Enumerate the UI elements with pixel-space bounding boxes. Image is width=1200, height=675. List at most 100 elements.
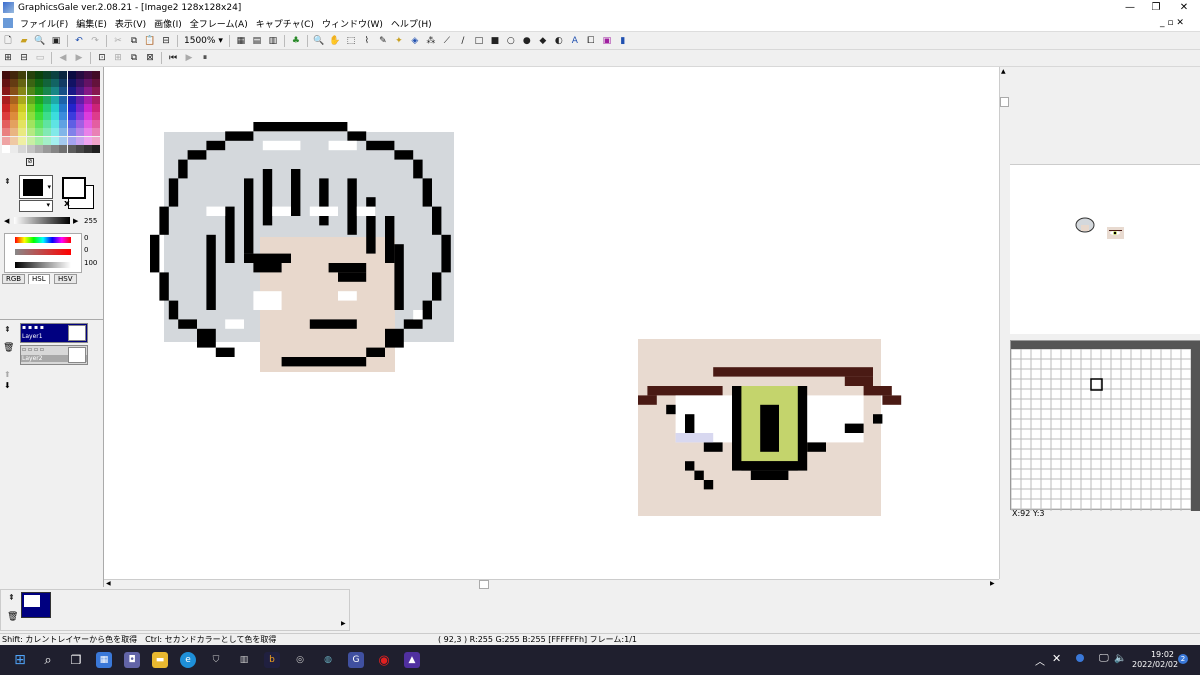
palette-swatch[interactable] [26, 120, 35, 129]
graphicsgale-icon[interactable]: G [348, 652, 364, 668]
widgets-icon[interactable]: ▦ [96, 652, 112, 668]
saturation-slider[interactable] [15, 249, 71, 255]
marker-icon[interactable]: ▮ [616, 35, 630, 48]
palette-swatch[interactable] [84, 120, 92, 129]
stamp-icon[interactable]: ⊟ [159, 35, 173, 48]
layer-pin-icon[interactable]: ⇞ [4, 325, 11, 334]
palette-swatch[interactable] [59, 87, 68, 96]
palette-swatch[interactable] [34, 71, 43, 79]
tray-app-icon[interactable] [1076, 654, 1084, 662]
doc-icon[interactable] [3, 18, 13, 28]
palette-swatch[interactable] [10, 71, 19, 79]
palette-swatch[interactable] [2, 71, 10, 79]
vscroll-thumb[interactable] [1000, 97, 1009, 107]
palette-swatch[interactable] [84, 71, 92, 79]
palette-swatch[interactable] [75, 103, 84, 112]
obs-icon[interactable]: ◎ [292, 652, 308, 668]
redo-icon[interactable]: ↷ [88, 35, 102, 48]
eyedrop-icon[interactable]: ✎ [376, 35, 390, 48]
save-icon[interactable]: ▣ [49, 35, 63, 48]
palette-swatch[interactable] [67, 87, 76, 96]
layer-up-icon[interactable]: ⬆ [4, 370, 11, 379]
undo-icon[interactable]: ↶ [72, 35, 86, 48]
magic-wand-icon[interactable]: ✦ [392, 35, 406, 48]
palette-swatch[interactable] [2, 128, 10, 137]
zoom-tool-icon[interactable]: 🔍 [312, 35, 326, 48]
prev-frame-icon[interactable]: ◀ [56, 52, 70, 65]
task-view-icon[interactable]: ❐ [68, 652, 84, 668]
palette-swatch[interactable] [92, 136, 101, 145]
palette-swatch[interactable] [43, 87, 51, 96]
palette-swatch[interactable] [2, 120, 10, 129]
palette-swatch[interactable] [67, 112, 76, 120]
edge-icon[interactable]: e [180, 652, 196, 668]
palette-swatch[interactable] [18, 79, 27, 88]
fg-bg-color-box[interactable]: x [60, 175, 98, 211]
palette-swatch[interactable] [43, 112, 51, 120]
paste-icon[interactable]: 📋 [143, 35, 157, 48]
frame-pin-icon[interactable]: ⇞ [8, 593, 15, 602]
open-folder-icon[interactable]: ▰ [17, 35, 31, 48]
palette-swatch[interactable] [26, 144, 35, 153]
palette-swatch[interactable] [51, 79, 60, 88]
palette-swatch[interactable] [51, 71, 60, 79]
palette-swatch[interactable] [84, 128, 92, 137]
color-mode-select[interactable]: ▾ [19, 200, 53, 212]
cut-icon[interactable]: ✂ [111, 35, 125, 48]
palette-swatch[interactable] [92, 112, 101, 120]
palette-swatch[interactable] [18, 144, 27, 153]
vertical-scrollbar[interactable]: ▲ [999, 67, 1010, 579]
palette-swatch[interactable] [34, 103, 43, 112]
palette-swatch[interactable] [43, 128, 51, 137]
palette-swatch[interactable] [67, 95, 76, 104]
palette-swatch[interactable] [75, 95, 84, 104]
palette-swatch[interactable] [43, 95, 51, 104]
palette-swatch[interactable] [43, 136, 51, 145]
rect-icon[interactable]: □ [472, 35, 486, 48]
palette-swatch[interactable] [92, 120, 101, 129]
palette-swatch[interactable] [26, 95, 35, 104]
globe-icon[interactable]: ◍ [320, 652, 336, 668]
palette-swatch[interactable] [51, 136, 60, 145]
palette-swatch[interactable] [18, 112, 27, 120]
palette-swatch[interactable] [92, 87, 101, 96]
volume-icon[interactable]: 🔈 [1114, 653, 1126, 664]
palette-swatch[interactable] [26, 103, 35, 112]
palette-swatch[interactable] [92, 128, 101, 137]
palette-swatch[interactable] [51, 120, 60, 129]
palette-swatch[interactable] [92, 71, 101, 79]
hand-tool-icon[interactable]: ✋ [328, 35, 342, 48]
alpha-left-arrow[interactable]: ◀ [4, 217, 9, 225]
frame-prop-icon[interactable]: ⊡ [95, 52, 109, 65]
palette-swatch[interactable] [67, 144, 76, 153]
palette-swatch[interactable] [51, 128, 60, 137]
minimize-button[interactable]: — [1116, 0, 1144, 15]
palette-swatch[interactable] [75, 71, 84, 79]
teams-icon[interactable]: ◘ [124, 652, 140, 668]
frame-add-icon[interactable]: ⊞ [111, 52, 125, 65]
palette-swatch[interactable] [59, 79, 68, 88]
palette-swatch[interactable] [92, 103, 101, 112]
palette-tool-icon[interactable]: ♣ [289, 35, 303, 48]
pencil-icon[interactable]: ⟋ [440, 35, 454, 48]
palette-swatch[interactable] [43, 120, 51, 129]
search-icon[interactable]: ⌕ [40, 652, 56, 668]
palette-swatch[interactable] [10, 87, 19, 96]
palette-swatch[interactable] [67, 79, 76, 88]
palette-swatch[interactable] [26, 136, 35, 145]
palette-swatch[interactable] [34, 136, 43, 145]
palette-swatch[interactable] [51, 95, 60, 104]
copy-icon[interactable]: ⧉ [127, 35, 141, 48]
fill-icon[interactable]: ◆ [536, 35, 550, 48]
frame-icon[interactable]: ⧠ [584, 35, 598, 48]
palette-swatch[interactable] [2, 112, 10, 120]
palette-swatch[interactable] [26, 79, 35, 88]
palette-swatch[interactable] [67, 136, 76, 145]
layer-add-icon[interactable]: ⊟ [17, 52, 31, 65]
file-explorer-icon[interactable]: ▬ [152, 652, 168, 668]
close-button[interactable]: ✕ [1170, 0, 1198, 15]
fill-rect-icon[interactable]: ■ [488, 35, 502, 48]
pixel-grid-view[interactable] [1010, 340, 1200, 520]
palette-swatch[interactable] [67, 120, 76, 129]
palette-swatch[interactable] [84, 79, 92, 88]
